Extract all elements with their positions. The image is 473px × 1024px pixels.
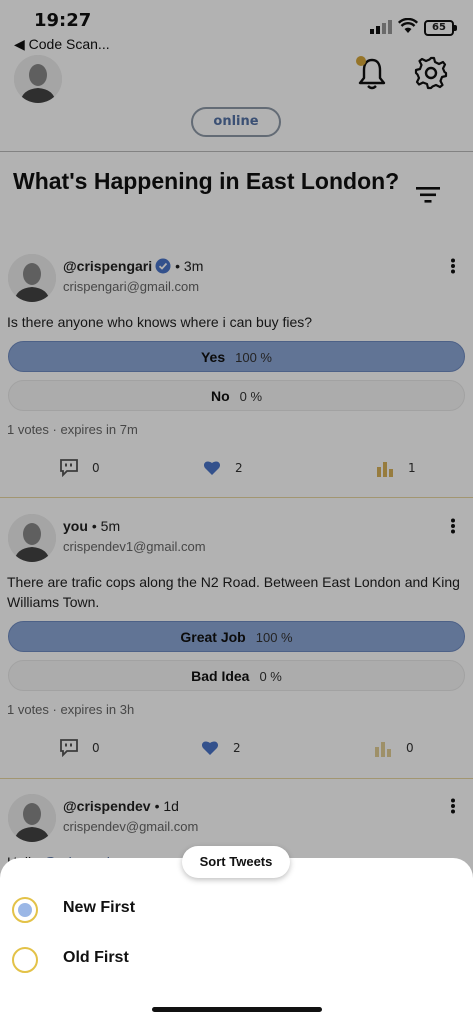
sort-option-label: New First: [63, 899, 136, 916]
home-indicator[interactable]: [152, 1007, 322, 1012]
feed-screen: 19:27 ◀ Code Scan... 65 online What's Ha…: [0, 0, 473, 1024]
sort-tweets-title: Sort Tweets: [182, 846, 290, 878]
sort-bottom-sheet: [0, 858, 473, 1024]
radio-button-selected[interactable]: [12, 897, 38, 923]
sort-option-label: Old First: [63, 949, 129, 966]
sort-option-old-first[interactable]: Old First: [12, 945, 312, 975]
sort-option-new-first[interactable]: New First: [12, 895, 312, 925]
radio-button[interactable]: [12, 947, 38, 973]
